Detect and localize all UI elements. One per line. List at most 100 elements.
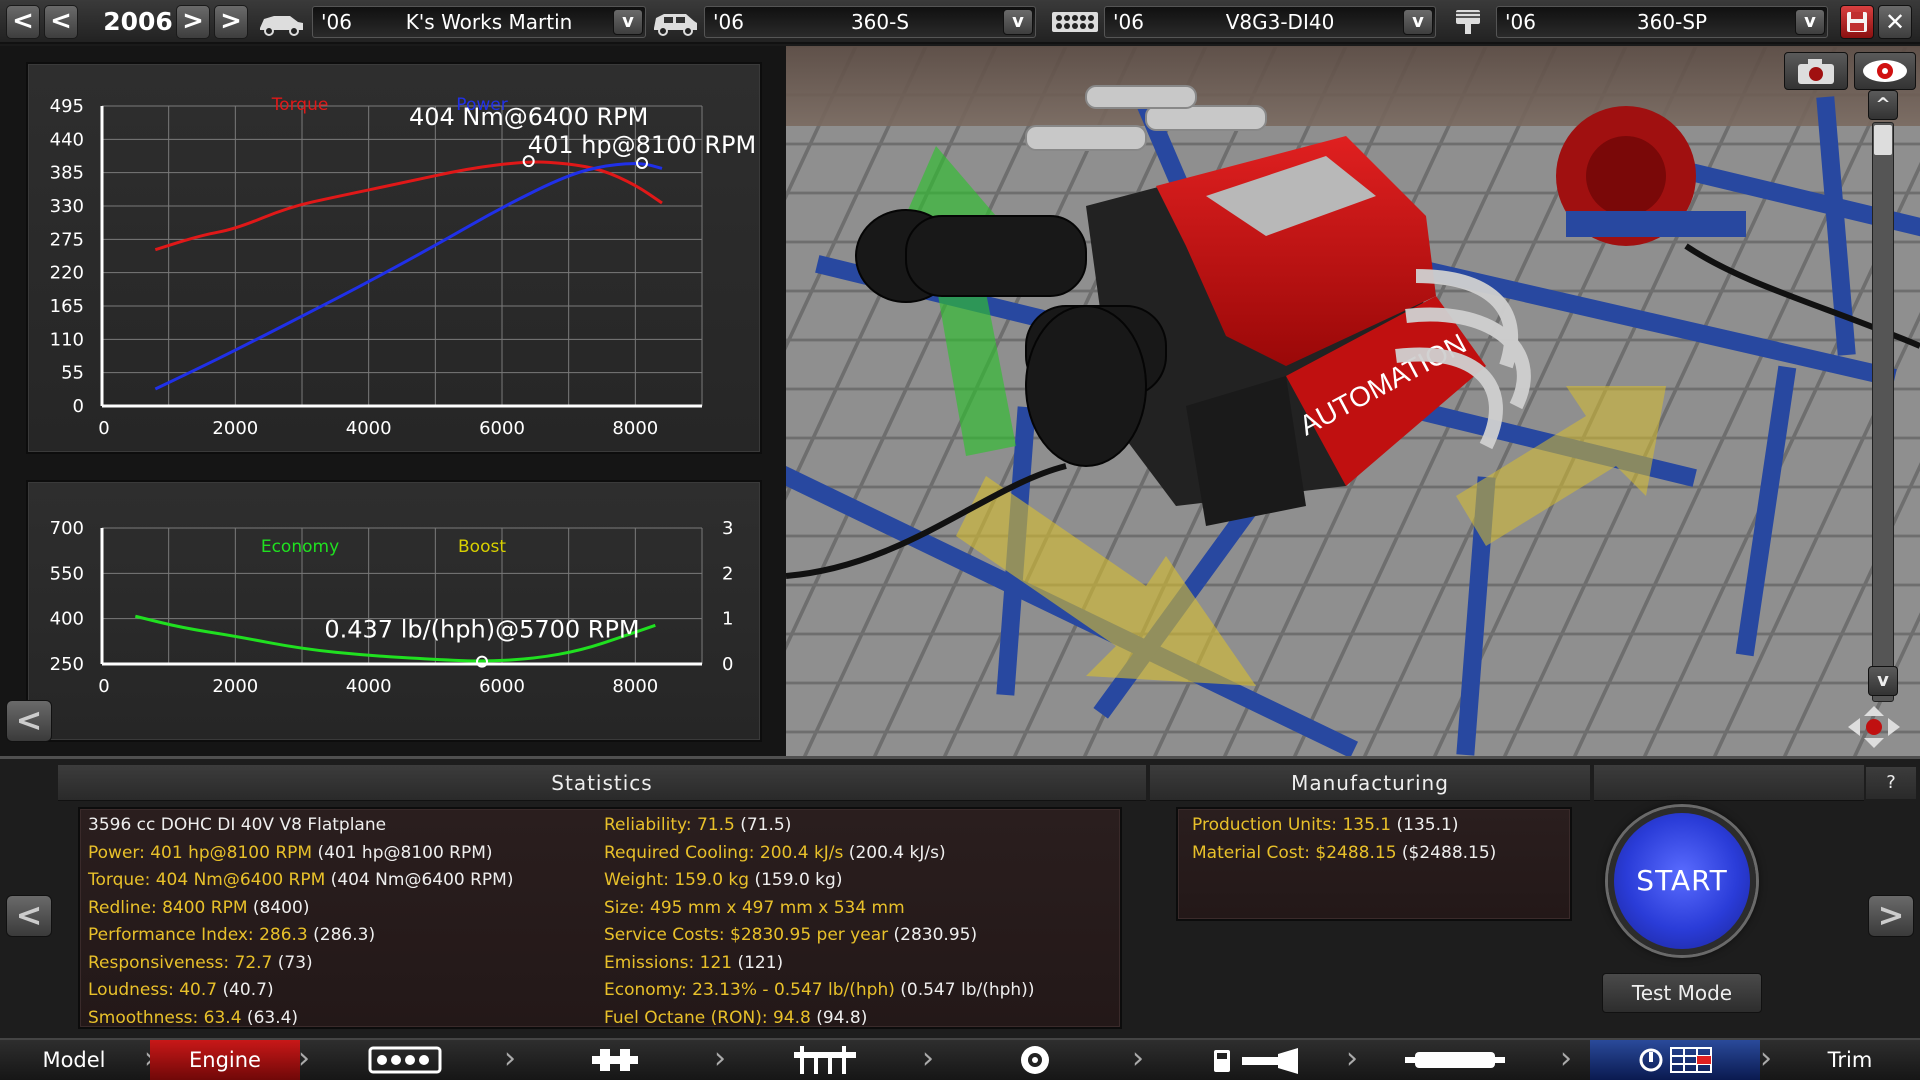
collapse-charts-button[interactable]: < (6, 700, 52, 742)
y-tick-label: 0 (73, 396, 84, 417)
stat-target-value: (2830.95) (888, 925, 978, 945)
stat-line: Smoothness: 63.4 (63.4) (88, 1008, 298, 1028)
stat-line: Responsiveness: 72.7 (73) (88, 953, 313, 973)
nav-separator-icon: › (1132, 1041, 1144, 1076)
charts-area: 495 440 385 330 275 220 165 110 55 0 0 2000 4000 6000… (0, 46, 786, 756)
screenshot-button[interactable] (1784, 52, 1848, 90)
nav-crankshaft-tab[interactable] (560, 1040, 670, 1080)
stat-target-value: (401 hp@8100 RPM) (312, 842, 493, 863)
stat-line: Power: 401 hp@8100 RPM (401 hp@8100 RPM) (88, 843, 493, 863)
nav-fuel-system-tab[interactable] (1196, 1040, 1316, 1080)
variant-dropdown-button[interactable]: v (1795, 9, 1825, 35)
nav-cylinder-head-tab[interactable] (770, 1040, 880, 1080)
variant-selector[interactable]: '06 360-SP v (1496, 6, 1828, 38)
model-dropdown-button[interactable]: v (613, 9, 643, 35)
engine-family-dropdown-button[interactable]: v (1403, 9, 1433, 35)
x-tick-label: 2000 (212, 418, 258, 439)
torque-power-chart: 495 440 385 330 275 220 165 110 55 0 0 2000 4000 6000… (26, 62, 762, 454)
test-mode-button[interactable]: Test Mode (1602, 973, 1762, 1013)
nav-exhaust-tab[interactable] (1400, 1040, 1510, 1080)
torque-power-chart-canvas: 495 440 385 330 275 220 165 110 55 00 2000 4000 6000… (50, 95, 757, 439)
stat-line: Required Cooling: 200.4 kJ/s (200.4 kJ/s… (604, 843, 946, 863)
nav-engine-tab[interactable]: Engine (150, 1040, 300, 1080)
designer-nav-bar: Model › Engine › › › › (0, 1038, 1920, 1080)
y-tick-label: 330 (50, 196, 84, 217)
save-icon (1847, 12, 1867, 32)
save-button[interactable] (1840, 5, 1874, 39)
x-tick-label: 4000 (346, 418, 392, 439)
nav-trim-tab[interactable]: Trim (1780, 1040, 1920, 1080)
scroll-down-button[interactable]: v (1868, 666, 1898, 696)
stat-line: Economy: 23.13% - 0.547 lb/(hph) (0.547 … (604, 980, 1034, 1000)
engine-3d-viewport[interactable]: AUTOMATION ^ v (786, 46, 1920, 756)
stat-value: Material Cost: $2488.15 (1192, 842, 1397, 863)
peak-annotation: 401 hp@8100 RPM (528, 131, 756, 159)
year-next-fast-button[interactable]: > (214, 5, 248, 39)
stat-line: Weight: 159.0 kg (159.0 kg) (604, 870, 842, 890)
model-year: '06 (321, 10, 352, 34)
center-view-icon[interactable] (1844, 702, 1904, 752)
nav-model-tab[interactable]: Model (0, 1040, 148, 1080)
y-tick-label: 165 (50, 296, 84, 317)
scroll-up-button[interactable]: ^ (1868, 90, 1898, 120)
trim-name: 360-S (850, 10, 910, 34)
stat-value: Service Costs: $2830.95 per year (604, 925, 889, 945)
nav-separator-icon: › (714, 1041, 726, 1076)
stat-target-value: (404 Nm@6400 RPM) (325, 870, 514, 890)
stat-value: Power: 401 hp@8100 RPM (88, 842, 313, 863)
y-tick-label: 550 (50, 563, 84, 584)
nav-tuning-tab[interactable] (1590, 1040, 1760, 1080)
stat-target-value: (286.3) (307, 925, 376, 945)
trim-selector[interactable]: '06 360-S v (704, 6, 1036, 38)
manufacturing-box: Production Units: 135.1 (135.1) Material … (1176, 807, 1572, 921)
variant-name: 360-SP (1636, 10, 1708, 34)
x-tick-label: 2000 (212, 676, 258, 697)
year-prev-fast-button[interactable]: < (6, 5, 40, 39)
y-tick-label: 220 (50, 263, 84, 284)
y-tick-label: 385 (50, 163, 84, 184)
trim-dropdown-button[interactable]: v (1003, 9, 1033, 35)
car-model-icon[interactable] (256, 6, 306, 38)
year-next-button[interactable]: > (176, 5, 210, 39)
help-button[interactable]: ? (1866, 767, 1916, 799)
model-selector[interactable]: '06 K's Works Martin v (312, 6, 646, 38)
stat-line: Fuel Octane (RON): 94.8 (94.8) (604, 1008, 867, 1028)
crankshaft-icon (592, 1049, 638, 1071)
stat-value: Performance Index: 286.3 (88, 925, 308, 945)
stat-line: Redline: 8400 RPM (8400) (88, 898, 309, 918)
engine-family-selector[interactable]: '06 V8G3-DI40 v (1104, 6, 1436, 38)
year-prev-button[interactable]: < (44, 5, 78, 39)
nav-turbo-tab[interactable] (980, 1040, 1090, 1080)
car-trim-icon[interactable] (650, 6, 700, 38)
stat-value: Required Cooling: 200.4 kJ/s (604, 842, 844, 863)
stat-target-value: (135.1) (1391, 815, 1459, 835)
stat-line: 3596 cc DOHC DI 40V V8 Flatplane (88, 815, 386, 835)
stat-line: Loudness: 40.7 (40.7) (88, 980, 274, 1000)
stat-target-value: ($2488.15) (1396, 842, 1497, 863)
start-button[interactable]: START (1608, 807, 1756, 955)
engine-family-icon[interactable] (1050, 6, 1100, 38)
view-scrollbar[interactable] (1872, 122, 1894, 702)
prev-page-button[interactable]: < (6, 895, 52, 937)
stat-value: Fuel Octane (RON): 94.8 (604, 1007, 811, 1028)
nav-engine-block-tab[interactable] (340, 1040, 470, 1080)
next-page-button[interactable]: > (1868, 895, 1914, 937)
engine-block-icon (368, 1046, 442, 1074)
piston-icon[interactable] (1448, 6, 1488, 38)
view-scrollbar-thumb[interactable] (1874, 125, 1892, 155)
tuning-icon (1639, 1047, 1712, 1073)
peak-annotation: 404 Nm@6400 RPM (409, 103, 648, 131)
stat-value: Smoothness: 63.4 (88, 1007, 242, 1028)
variant-year: '06 (1505, 10, 1536, 34)
economy-boost-chart-canvas: 700 550 400 250 3 2 1 0 0 2000 4000 6000 8000 Economy… (50, 518, 734, 697)
stat-value: Weight: 159.0 kg (604, 870, 750, 890)
stat-line: Service Costs: $2830.95 per year (2830.9… (604, 925, 977, 945)
close-button[interactable]: ✕ (1878, 5, 1912, 39)
top-bar: < < 2006 > > '06 K's Works Martin v '06 … (0, 0, 1920, 44)
view-toggle-button[interactable] (1854, 52, 1916, 90)
camera-icon (1798, 59, 1834, 84)
x-tick-label: 6000 (479, 418, 525, 439)
stat-target-value: (159.0 kg) (749, 870, 843, 890)
stat-target-value: (8400) (247, 897, 310, 918)
trim-year: '06 (713, 10, 744, 34)
